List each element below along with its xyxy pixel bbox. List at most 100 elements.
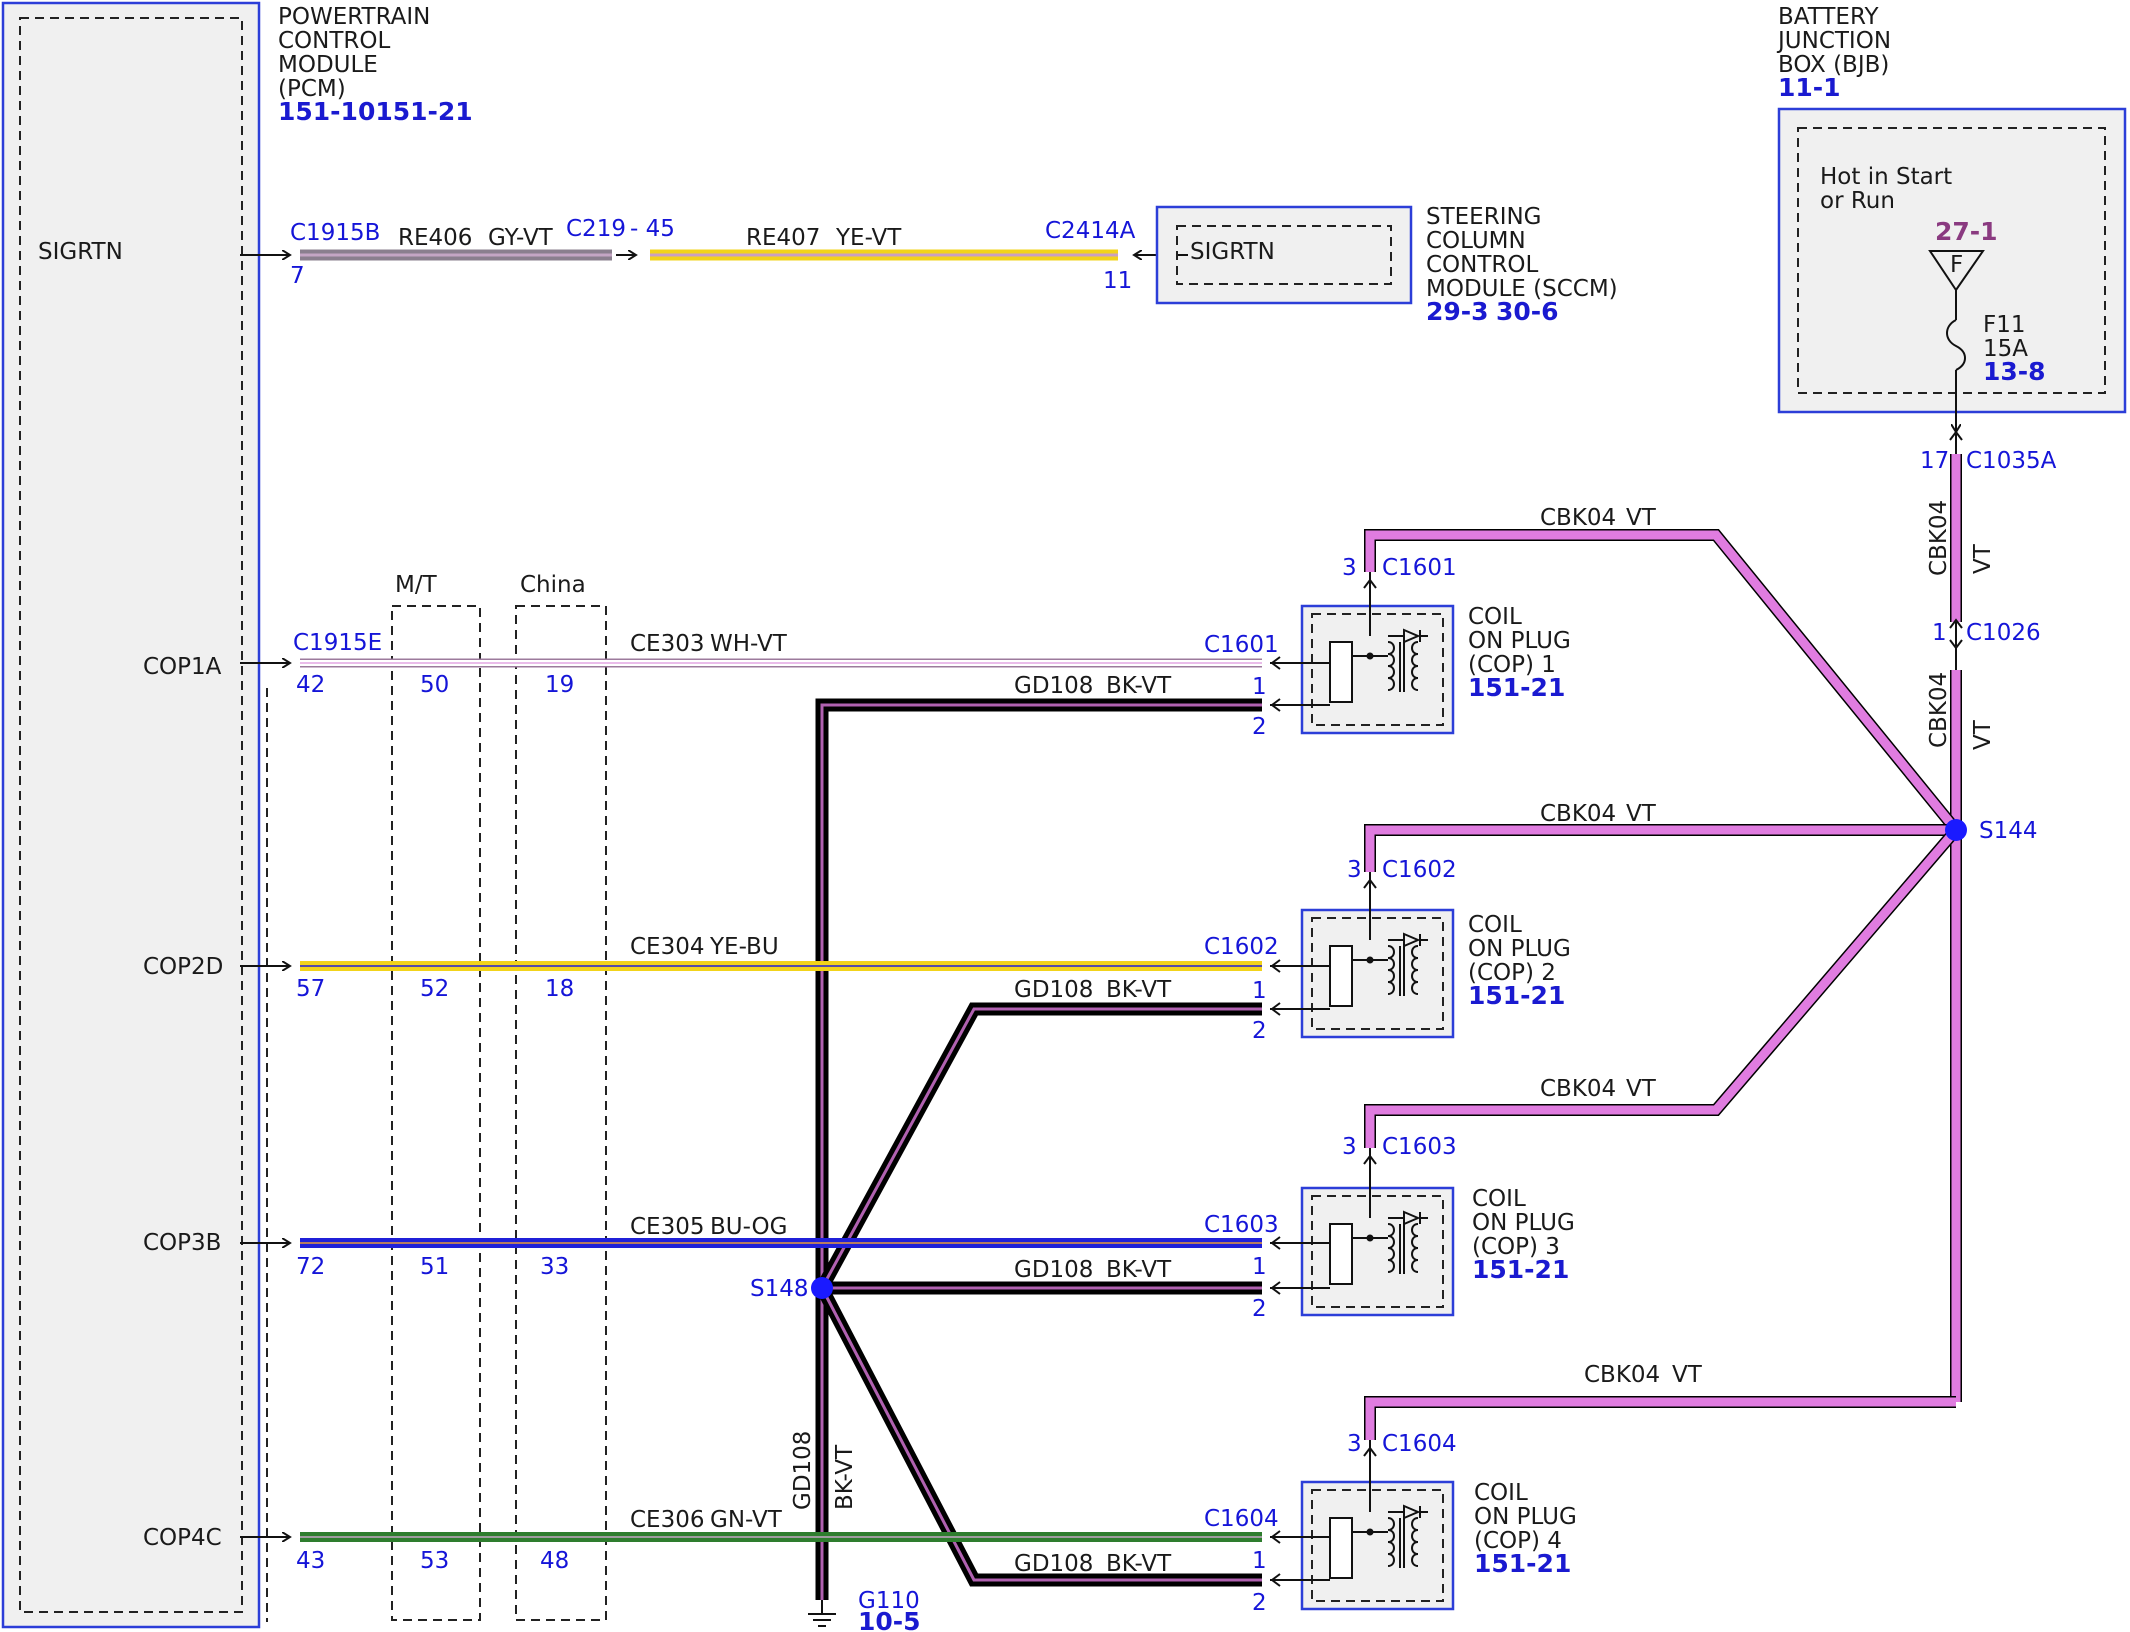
cbk04-vertical-label-bottom: CBK04 <box>1926 672 1952 748</box>
ce303-color: WH-VT <box>710 631 788 657</box>
gd108-row3-color: BK-VT <box>1106 1257 1172 1283</box>
cbk04-row2-label: CBK04 <box>1540 801 1616 827</box>
re406-label: RE406 <box>398 225 472 251</box>
cbk04-vertical-color-bottom: VT <box>1970 719 1996 750</box>
ce305-color: BU-OG <box>710 1214 787 1240</box>
c1915b-label: C1915B <box>290 220 380 246</box>
cbk04-cop4-outline <box>1364 1396 1956 1440</box>
c1915e-label: C1915E <box>293 630 382 656</box>
g110-reference[interactable]: 10-5 <box>858 1607 921 1632</box>
cop2-pcm-pin: 57 <box>296 976 325 1002</box>
cbk04-row3-label: CBK04 <box>1540 1076 1616 1102</box>
cbk04-vertical-color-top: VT <box>1970 543 1996 574</box>
s148-label: S148 <box>750 1276 809 1302</box>
cop4-conn-label: C1604 <box>1204 1506 1279 1532</box>
pcm-pin-cop1a: COP1A <box>143 654 222 680</box>
cop1-pcm-pin: 42 <box>296 672 325 698</box>
cop2-feed-conn: C1602 <box>1382 857 1457 883</box>
ce305-label: CE305 <box>630 1214 705 1240</box>
cop-row-2: 57 52 18 CE304 YE-BU C1602 1 2 GD108 BK-… <box>240 801 1657 1044</box>
cop4-driver-block <box>1329 1517 1353 1579</box>
cbk04-row1-label: CBK04 <box>1540 505 1616 531</box>
fuse-letter: F <box>1950 252 1963 278</box>
pcm-name-line3: MODULE <box>278 52 378 78</box>
pcm-name-line2: CONTROL <box>278 28 391 54</box>
cop3-pcm-pin: 72 <box>296 1254 325 1280</box>
cop2-pin1: 1 <box>1252 978 1267 1004</box>
cop1-china-pin: 19 <box>545 672 574 698</box>
cop1-junction-dot <box>1366 652 1374 660</box>
cbk04-cop2-outline <box>1364 824 1956 872</box>
cop2-reference[interactable]: 151-21 <box>1468 981 1565 1010</box>
cop4-pcm-pin: 43 <box>296 1548 325 1574</box>
gd108-row2-label: GD108 <box>1014 977 1093 1003</box>
bjb-reference[interactable]: 11-1 <box>1778 73 1841 102</box>
cop3-junction-dot <box>1366 1234 1374 1242</box>
cop1-driver-block <box>1329 641 1353 703</box>
cop1-pin2: 2 <box>1252 714 1267 740</box>
gd108-row4-color: BK-VT <box>1106 1551 1172 1577</box>
cop4-feed-conn: C1604 <box>1382 1431 1457 1457</box>
re407-color: YE-VT <box>835 225 902 251</box>
cop1-pin3: 3 <box>1342 555 1357 581</box>
cop1-reference[interactable]: 151-21 <box>1468 673 1565 702</box>
cop3-name-line1: COIL <box>1472 1186 1526 1212</box>
china-option-box <box>515 605 607 1621</box>
cop1-name-line2: ON PLUG <box>1468 628 1571 654</box>
bjb-name-line1: BATTERY <box>1778 4 1879 30</box>
cop2-name-line1: COIL <box>1468 912 1522 938</box>
gd108-trunk-stripe[interactable] <box>820 703 1262 1600</box>
c2414a-pin: 11 <box>1103 268 1132 294</box>
cbk04-cop3-outline <box>1364 826 1961 1148</box>
pcm-pin-cop3b: COP3B <box>143 1230 221 1256</box>
wiring-diagram: POWERTRAIN CONTROL MODULE (PCM) 151-1015… <box>1 1 2127 1632</box>
cbk04-row3-color: VT <box>1626 1076 1657 1102</box>
pcm-reference[interactable]: 151-10151-21 <box>278 97 473 126</box>
cop3-driver-block <box>1329 1223 1353 1285</box>
gd108-trunk-outline <box>815 698 1262 1600</box>
pcm-pin-cop4c: COP4C <box>143 1525 222 1551</box>
pcm-pin-cop2d: COP2D <box>143 954 223 980</box>
cbk04-cop1-outline <box>1364 529 1961 834</box>
sccm-name-line2: COLUMN <box>1426 228 1526 254</box>
cop3-conn-label: C1603 <box>1204 1212 1279 1238</box>
gd108-row1-color: BK-VT <box>1106 673 1172 699</box>
ce304-label: CE304 <box>630 934 705 960</box>
c1035a-pin: 17 <box>1920 448 1949 474</box>
cop2-pin2: 2 <box>1252 1018 1267 1044</box>
s144-splice[interactable] <box>1945 819 1967 841</box>
cop4-pin3: 3 <box>1347 1431 1362 1457</box>
sccm-reference-1[interactable]: 29-3 <box>1426 297 1489 326</box>
cop4-name-line1: COIL <box>1474 1480 1528 1506</box>
cop3-name-line2: ON PLUG <box>1472 1210 1575 1236</box>
cop4-pin1: 1 <box>1252 1548 1267 1574</box>
china-option-label: China <box>520 572 586 598</box>
cop3-reference[interactable]: 151-21 <box>1472 1255 1569 1284</box>
sccm-pin-sigrtn: SIGRTN <box>1190 239 1275 265</box>
fuse-page-ref[interactable]: 13-8 <box>1983 357 2046 386</box>
cop1-feed-conn: C1601 <box>1382 555 1457 581</box>
cbk04-row4-label: CBK04 <box>1584 1362 1660 1388</box>
s148-splice[interactable] <box>811 1277 833 1299</box>
cop2-name-line2: ON PLUG <box>1468 936 1571 962</box>
gd108-vertical-label: GD108 <box>790 1431 816 1510</box>
cop1-conn-label: C1601 <box>1204 632 1279 658</box>
cbk04-cop3-wire[interactable] <box>1365 827 1960 1148</box>
fuse-ref[interactable]: 27-1 <box>1935 217 1998 246</box>
c1026-pin: 1 <box>1932 620 1947 646</box>
bjb-name-line2: JUNCTION <box>1776 28 1891 54</box>
pcm-name-line1: POWERTRAIN <box>278 4 430 30</box>
cbk04-cop1-wire[interactable] <box>1365 530 1960 833</box>
cop4-reference[interactable]: 151-21 <box>1474 1549 1571 1578</box>
sccm-reference-2[interactable]: 30-6 <box>1496 297 1559 326</box>
cop4-module-box <box>1300 1480 1455 1611</box>
cbk04-cop2-wire[interactable] <box>1365 825 1956 872</box>
cop3-pin3: 3 <box>1342 1134 1357 1160</box>
mt-option-box <box>391 605 481 1621</box>
cop2-conn-label: C1602 <box>1204 934 1279 960</box>
gd108-row2-color: BK-VT <box>1106 977 1172 1003</box>
cbk04-row1-color: VT <box>1626 505 1657 531</box>
cop3-china-pin: 33 <box>540 1254 569 1280</box>
cop2-pin3: 3 <box>1347 857 1362 883</box>
sccm-name-line3: CONTROL <box>1426 252 1539 278</box>
